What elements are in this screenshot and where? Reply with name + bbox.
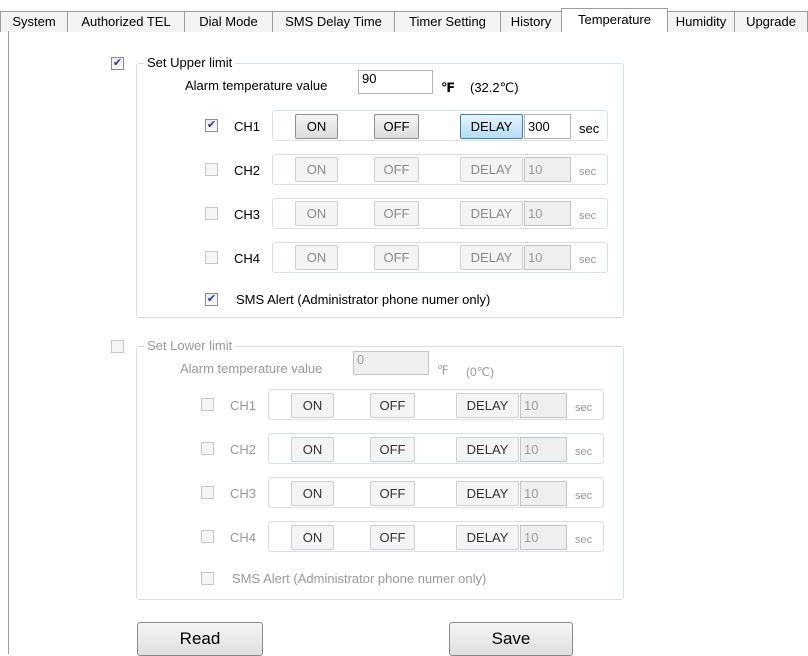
panel-border [8,31,9,654]
lower-ch2-checkbox[interactable] [201,442,214,455]
lower-limit-checkbox[interactable] [111,340,124,353]
upper-ch2-delay-input[interactable]: 10 [524,157,571,182]
lower-ch1-delay-button[interactable]: DELAY [456,393,519,418]
upper-alarm-label: Alarm temperature value [185,78,328,93]
lower-ch2-sec-label: sec [575,446,593,458]
tab-sms-delay-time[interactable]: SMS Delay Time [272,11,395,32]
lower-ch1-label: CH1 [230,398,257,413]
upper-ch3-on-button[interactable]: ON [295,201,338,226]
upper-ch1-off-button[interactable]: OFF [374,114,419,139]
upper-ch3-checkbox[interactable] [205,207,218,220]
upper-ch4-label: CH4 [234,251,261,266]
upper-ch1-delay-button[interactable]: DELAY [460,114,523,139]
upper-ch2-checkbox[interactable] [205,163,218,176]
lower-ch1-on-button[interactable]: ON [291,393,334,418]
upper-ch4-sec-label: sec [579,254,597,266]
lower-ch4-label: CH4 [230,530,257,545]
lower-ch2-off-button[interactable]: OFF [370,437,415,462]
lower-ch4-off-button[interactable]: OFF [370,525,415,550]
upper-limit-checkbox[interactable]: ✔ [111,57,124,70]
upper-unit-label: ℉ [441,80,456,95]
upper-ch3-label: CH3 [234,207,261,222]
upper-ch1-label: CH1 [234,119,261,134]
upper-ch1-checkbox[interactable]: ✔ [205,119,218,132]
tab-dial-mode[interactable]: Dial Mode [184,11,273,32]
upper-ch3-off-button[interactable]: OFF [374,201,419,226]
tab-humidity[interactable]: Humidity [667,11,735,32]
tab-authorized-tel[interactable]: Authorized TEL [67,11,185,32]
lower-sms-alert-label: SMS Alert (Administrator phone numer onl… [232,571,487,586]
lower-ch3-off-button[interactable]: OFF [370,481,415,506]
tab-history[interactable]: History [500,11,562,32]
lower-ch4-on-button[interactable]: ON [291,525,334,550]
upper-ch1-on-button[interactable]: ON [295,114,338,139]
upper-ch2-label: CH2 [234,163,261,178]
lower-ch3-checkbox[interactable] [201,486,214,499]
save-button[interactable]: Save [449,622,573,656]
lower-converted-label: (0℃) [466,365,495,379]
upper-alarm-input[interactable]: 90 [358,70,433,94]
tab-system[interactable]: System [0,11,68,32]
lower-ch4-delay-button[interactable]: DELAY [456,525,519,550]
upper-ch1-sec-label: sec [579,121,600,136]
tab-bar: System Authorized TEL Dial Mode SMS Dela… [0,0,808,32]
lower-ch3-delay-input[interactable]: 10 [520,481,567,506]
lower-ch3-sec-label: sec [575,490,593,502]
tab-upgrade[interactable]: Upgrade [734,11,808,32]
upper-ch4-delay-input[interactable]: 10 [524,245,571,270]
upper-ch4-off-button[interactable]: OFF [374,245,419,270]
lower-ch4-sec-label: sec [575,534,593,546]
upper-sms-alert-checkbox[interactable]: ✔ [205,293,218,306]
lower-sms-alert-checkbox[interactable] [201,572,214,585]
lower-ch3-delay-button[interactable]: DELAY [456,481,519,506]
upper-ch3-sec-label: sec [579,210,597,222]
lower-ch2-delay-button[interactable]: DELAY [456,437,519,462]
upper-ch2-delay-button[interactable]: DELAY [460,157,523,182]
upper-sms-alert-label: SMS Alert (Administrator phone numer onl… [236,292,491,307]
upper-ch4-on-button[interactable]: ON [295,245,338,270]
lower-ch4-delay-input[interactable]: 10 [520,525,567,550]
upper-ch2-on-button[interactable]: ON [295,157,338,182]
upper-ch4-checkbox[interactable] [205,251,218,264]
tab-temperature[interactable]: Temperature [561,8,668,32]
lower-ch2-label: CH2 [230,442,257,457]
lower-ch2-delay-input[interactable]: 10 [520,437,567,462]
lower-ch1-delay-input[interactable]: 10 [520,393,567,418]
upper-ch3-delay-button[interactable]: DELAY [460,201,523,226]
lower-ch3-label: CH3 [230,486,257,501]
lower-alarm-label: Alarm temperature value [180,361,323,376]
upper-ch2-off-button[interactable]: OFF [374,157,419,182]
read-button[interactable]: Read [137,622,263,656]
lower-ch3-on-button[interactable]: ON [291,481,334,506]
lower-ch1-off-button[interactable]: OFF [370,393,415,418]
lower-unit-label: ℉ [437,363,449,377]
upper-ch4-delay-button[interactable]: DELAY [460,245,523,270]
lower-limit-legend: Set Lower limit [144,338,236,354]
upper-ch2-sec-label: sec [579,166,597,178]
lower-ch4-checkbox[interactable] [201,530,214,543]
lower-ch2-on-button[interactable]: ON [291,437,334,462]
lower-ch1-sec-label: sec [575,402,593,414]
upper-ch1-delay-input[interactable]: 300 [524,114,571,139]
upper-ch3-delay-input[interactable]: 10 [524,201,571,226]
lower-limit-group [136,346,624,600]
upper-limit-legend: Set Upper limit [144,55,236,71]
lower-ch1-checkbox[interactable] [201,398,214,411]
upper-converted-label: (32.2℃) [470,80,519,95]
lower-alarm-input[interactable]: 0 [353,351,429,375]
upper-limit-group [136,63,624,318]
tab-timer-setting[interactable]: Timer Setting [394,11,501,32]
